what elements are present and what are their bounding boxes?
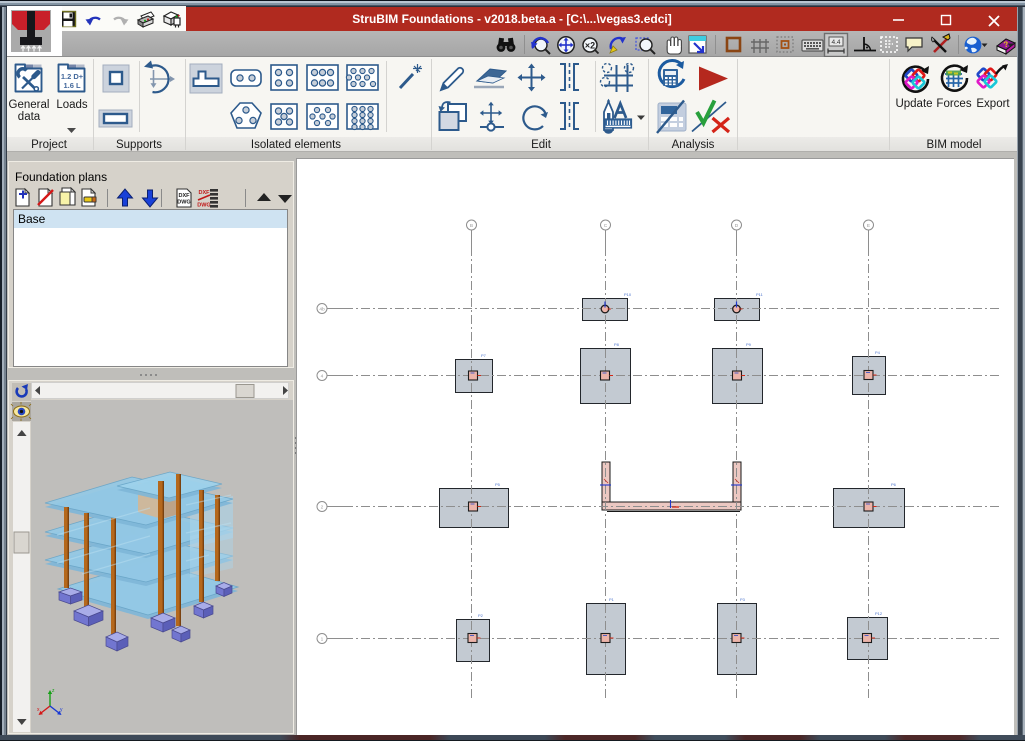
svg-text:P7: P7 [481, 353, 487, 358]
svg-text:Project: Project [31, 139, 68, 151]
svg-text:Forces: Forces [936, 98, 971, 110]
svg-text:D: D [735, 223, 739, 229]
svg-text:4.4: 4.4 [831, 39, 840, 46]
svg-text:4b: 4b [319, 306, 325, 312]
svg-text:P5: P5 [495, 482, 501, 487]
svg-text:BIM model: BIM model [927, 139, 982, 151]
svg-text:1: 1 [321, 636, 324, 642]
svg-text:Isolated elements: Isolated elements [251, 139, 341, 151]
svg-text:P9: P9 [746, 342, 752, 347]
svg-text:z: z [52, 688, 55, 694]
svg-text:P1: P1 [609, 597, 615, 602]
svg-text:P6: P6 [891, 482, 897, 487]
svg-text:×2: ×2 [585, 41, 595, 51]
svg-text:B: B [470, 223, 473, 229]
svg-text:y: y [60, 707, 63, 713]
svg-text:P3: P3 [740, 597, 746, 602]
svg-text:General: General [9, 99, 50, 111]
svg-text:DXF: DXF [179, 193, 191, 199]
svg-text:DWG: DWG [197, 203, 210, 209]
svg-text:2: 2 [321, 504, 324, 510]
svg-text:1.6 L: 1.6 L [63, 81, 81, 90]
svg-text:Update: Update [895, 98, 932, 110]
svg-text:P4: P4 [875, 350, 881, 355]
svg-text:Export: Export [976, 98, 1010, 110]
svg-text:P12: P12 [875, 611, 883, 616]
svg-text:P11: P11 [756, 292, 764, 297]
svg-text:Supports: Supports [116, 139, 162, 151]
svg-text:P2: P2 [478, 613, 484, 618]
svg-text:DWG: DWG [177, 200, 190, 206]
svg-text:data: data [18, 111, 41, 123]
svg-text:x: x [37, 707, 40, 713]
svg-text:4: 4 [321, 373, 324, 379]
svg-text:Loads: Loads [56, 99, 88, 111]
svg-text:E: E [867, 223, 870, 229]
svg-text:Analysis: Analysis [672, 139, 715, 151]
svg-text:P10: P10 [624, 292, 632, 297]
svg-text:P8: P8 [614, 342, 620, 347]
svg-text:C: C [604, 223, 608, 229]
svg-text:1.2 D+: 1.2 D+ [61, 72, 84, 81]
svg-text:Edit: Edit [531, 139, 552, 151]
